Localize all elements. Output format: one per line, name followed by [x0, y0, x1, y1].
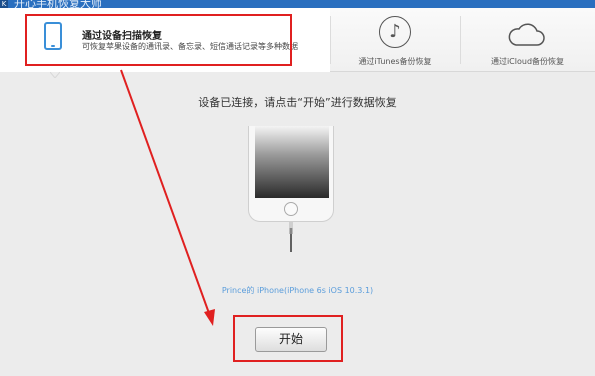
tab-icloud-backup[interactable]: 通过iCloud备份恢复	[460, 8, 595, 72]
tab-selected-pointer	[50, 72, 60, 78]
tab-itunes-label: 通过iTunes备份恢复	[358, 57, 432, 66]
tab-icloud-label: 通过iCloud备份恢复	[490, 57, 565, 66]
music-note-icon: ♪	[379, 16, 411, 48]
tab-scan-title: 通过设备扫描恢复	[82, 31, 162, 42]
tab-itunes-backup[interactable]: ♪ 通过iTunes备份恢复	[330, 8, 460, 72]
home-button-icon	[284, 202, 298, 216]
usb-cable-icon	[289, 222, 293, 252]
tab-device-scan[interactable]: 通过设备扫描恢复 可恢复苹果设备的通讯录、备忘录、短信通话记录等多种数据	[0, 8, 330, 72]
title-bar: K 开心手机恢复大师	[0, 0, 595, 10]
device-name-label: Prince的 iPhone(iPhone 6s iOS 10.3.1)	[221, 286, 374, 295]
start-button[interactable]: 开始	[255, 327, 327, 352]
app-logo-icon: K	[0, 0, 8, 8]
device-screen	[255, 126, 329, 198]
tab-scan-description: 可恢复苹果设备的通讯录、备忘录、短信通话记录等多种数据	[82, 42, 298, 51]
phone-icon	[44, 22, 62, 50]
device-illustration	[248, 126, 334, 222]
mode-tabs: 通过设备扫描恢复 可恢复苹果设备的通讯录、备忘录、短信通话记录等多种数据 ♪ 通…	[0, 8, 595, 78]
cloud-icon	[508, 23, 545, 46]
connection-status-text: 设备已连接，请点击“开始”进行数据恢复	[198, 96, 397, 109]
